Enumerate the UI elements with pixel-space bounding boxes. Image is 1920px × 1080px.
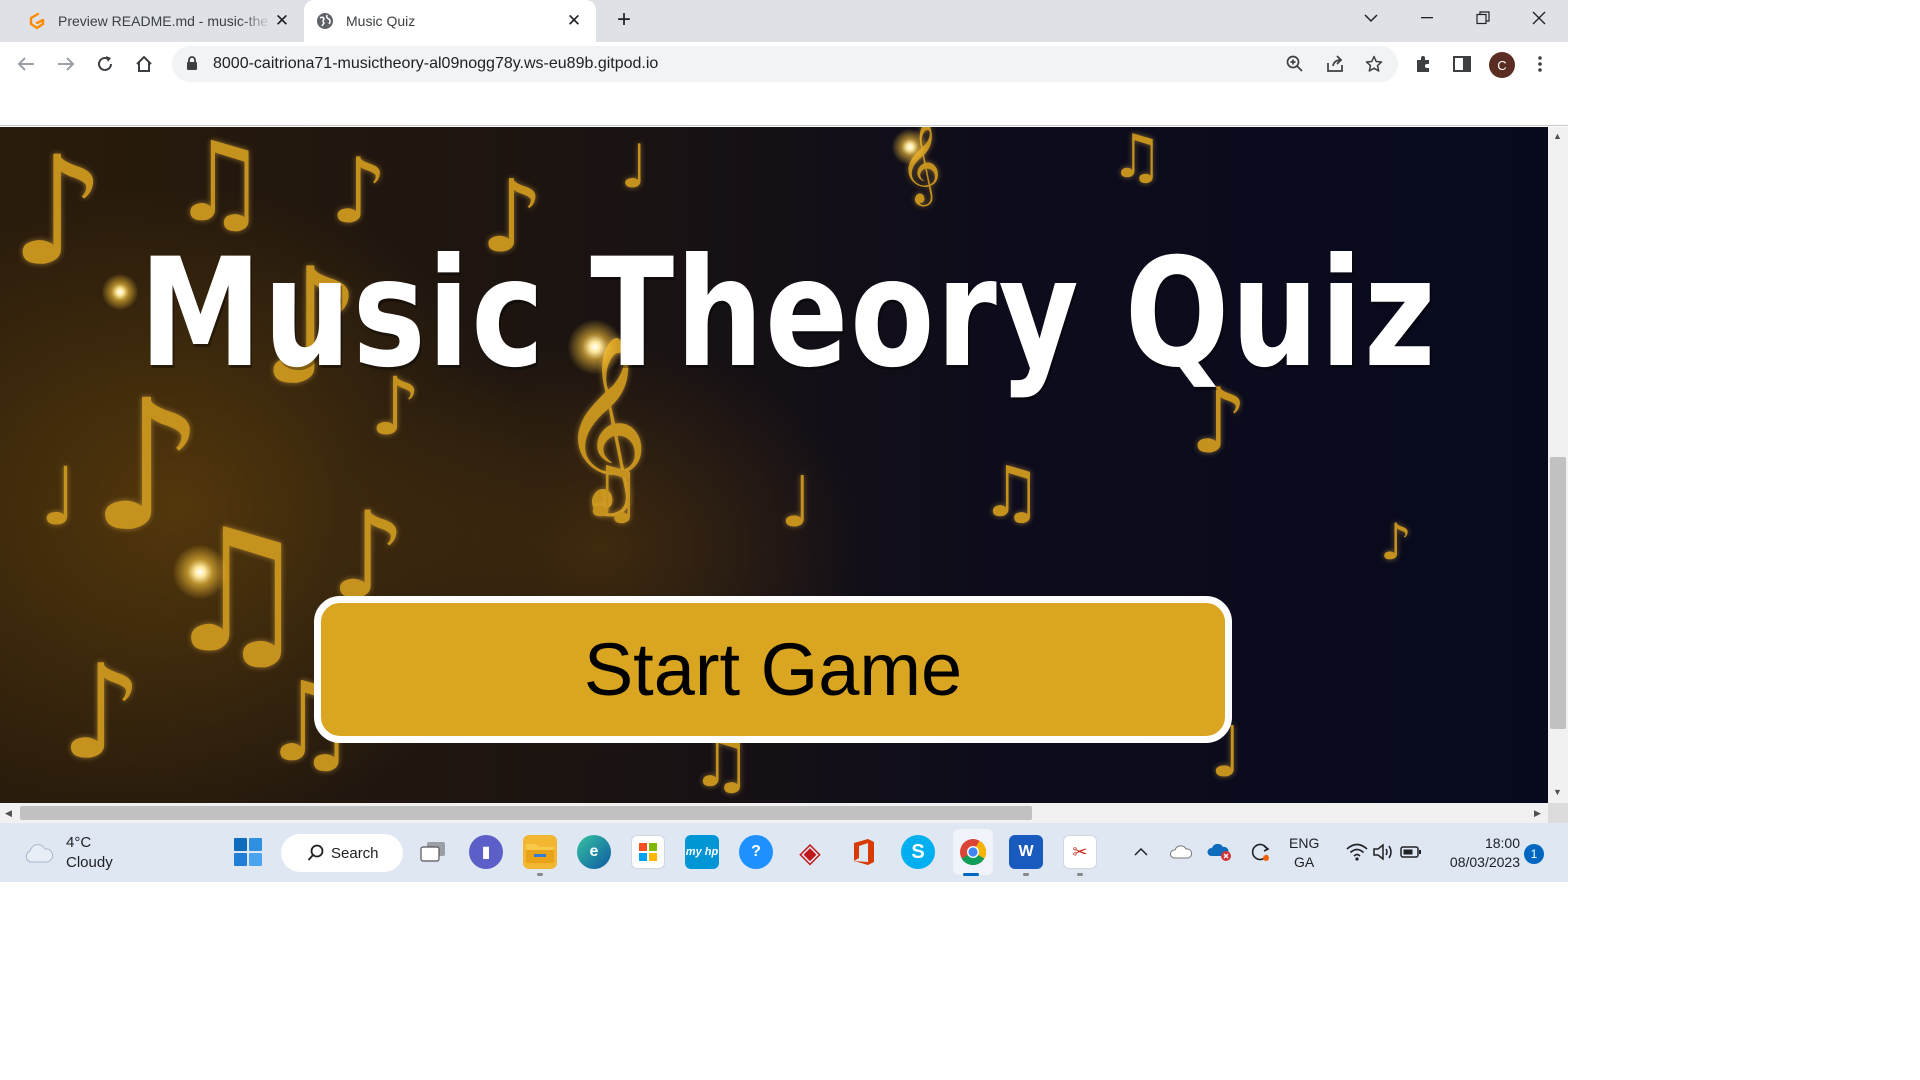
tab-title: Music Quiz [346, 13, 416, 29]
weather-widget[interactable]: 4°C Cloudy [22, 833, 113, 873]
scroll-up-icon[interactable]: ▲ [1553, 131, 1562, 141]
extensions-icon[interactable] [1407, 48, 1439, 80]
close-icon[interactable]: ✕ [564, 11, 584, 31]
menu-icon[interactable] [1524, 48, 1556, 80]
file-explorer-icon[interactable] [523, 835, 557, 869]
tab-readme-preview[interactable]: Preview README.md - music-the ✕ [16, 0, 304, 42]
browser-toolbar: 8000-caitriona71-musictheory-al09nogg78y… [0, 42, 1568, 86]
search-icon [307, 844, 324, 861]
windows-taskbar: 4°C Cloudy Search ▮ e my hp ? ◈ S W ✂ EN… [0, 823, 1568, 882]
store-icon[interactable] [631, 835, 665, 869]
tab-title: Preview README.md - music-the [58, 13, 269, 29]
back-icon[interactable] [10, 48, 42, 80]
page-title: Music Theory Quiz [139, 227, 1438, 401]
clock-date: 08/03/2023 [1449, 854, 1520, 870]
home-icon[interactable] [128, 48, 160, 80]
close-icon[interactable]: ✕ [272, 11, 292, 31]
onedrive-icon[interactable] [1164, 835, 1198, 869]
myhp-icon[interactable]: my hp [685, 835, 719, 869]
search-label: Search [331, 844, 379, 862]
skype-icon[interactable]: S [901, 835, 935, 869]
weather-desc: Cloudy [66, 854, 113, 871]
show-hidden-icons-icon[interactable] [1124, 835, 1158, 869]
url-text: 8000-caitriona71-musictheory-al09nogg78y… [213, 55, 659, 72]
edge-icon[interactable]: e [577, 835, 611, 869]
address-bar[interactable]: 8000-caitriona71-musictheory-al09nogg78y… [172, 46, 1398, 82]
sync-icon[interactable] [1243, 835, 1277, 869]
tab-search-icon[interactable] [1343, 0, 1399, 36]
bookmarks-bar [0, 86, 1568, 126]
reload-icon[interactable] [89, 48, 121, 80]
search-box[interactable]: Search [281, 834, 403, 872]
keyboard-layout: GA [1294, 854, 1315, 870]
tab-strip: Preview README.md - music-the ✕ Music Qu… [0, 0, 1568, 42]
clock-time: 18:00 [1484, 835, 1520, 851]
tab-music-quiz[interactable]: Music Quiz ✕ [304, 0, 596, 42]
snipping-tool-icon[interactable]: ✂ [1063, 835, 1097, 869]
horizontal-scrollbar[interactable]: ◀ ▶ [0, 803, 1548, 823]
language-indicator[interactable]: ENG GA [1289, 834, 1319, 872]
scroll-right-icon[interactable]: ▶ [1534, 808, 1541, 819]
scroll-down-icon[interactable]: ▼ [1553, 787, 1562, 797]
weather-temp: 4°C [66, 834, 92, 851]
scrollbar-corner [1548, 803, 1568, 823]
notification-badge[interactable]: 1 [1524, 844, 1544, 864]
profile-avatar[interactable]: C [1489, 52, 1515, 78]
office-icon[interactable] [847, 835, 881, 869]
vertical-scrollbar[interactable]: ▲ ▼ [1548, 127, 1568, 803]
new-tab-button[interactable]: + [610, 6, 638, 34]
page-viewport: ♪ ♫ ♪ ♪ ♪ ♩ 𝄞 ♫ ♪ 𝄞 ♪ ♩ ♫ ♫ ♫ ♩ ♪ ♪ ♪ ♫ … [0, 127, 1548, 803]
task-view-icon[interactable] [416, 835, 450, 869]
battery-icon[interactable] [1394, 835, 1428, 869]
scroll-left-icon[interactable]: ◀ [5, 808, 12, 819]
scrollbar-thumb[interactable] [20, 806, 1032, 820]
cloud-icon [25, 844, 53, 863]
get-help-icon[interactable]: ? [739, 835, 773, 869]
start-game-button[interactable]: Start Game [314, 596, 1232, 743]
zoom-icon[interactable] [1283, 52, 1307, 76]
language-code: ENG [1289, 835, 1320, 851]
lock-icon [187, 56, 197, 70]
side-panel-icon[interactable] [1446, 48, 1478, 80]
clock[interactable]: 18:00 08/03/2023 [1436, 834, 1520, 872]
mcafee-icon[interactable]: ◈ [793, 835, 827, 869]
teams-chat-icon[interactable]: ▮ [469, 835, 503, 869]
onedrive-error-icon[interactable] [1203, 835, 1237, 869]
minimize-icon[interactable] [1399, 0, 1455, 36]
close-window-icon[interactable] [1511, 0, 1567, 36]
start-icon[interactable] [231, 835, 265, 869]
restore-icon[interactable] [1455, 0, 1511, 36]
share-icon[interactable] [1323, 52, 1347, 76]
word-icon[interactable]: W [1009, 835, 1043, 869]
scrollbar-thumb[interactable] [1550, 457, 1566, 729]
gitpod-icon [29, 12, 45, 30]
chrome-icon[interactable] [953, 829, 993, 875]
bookmark-star-icon[interactable] [1362, 52, 1386, 76]
forward-icon[interactable] [50, 48, 82, 80]
globe-icon [317, 13, 333, 29]
